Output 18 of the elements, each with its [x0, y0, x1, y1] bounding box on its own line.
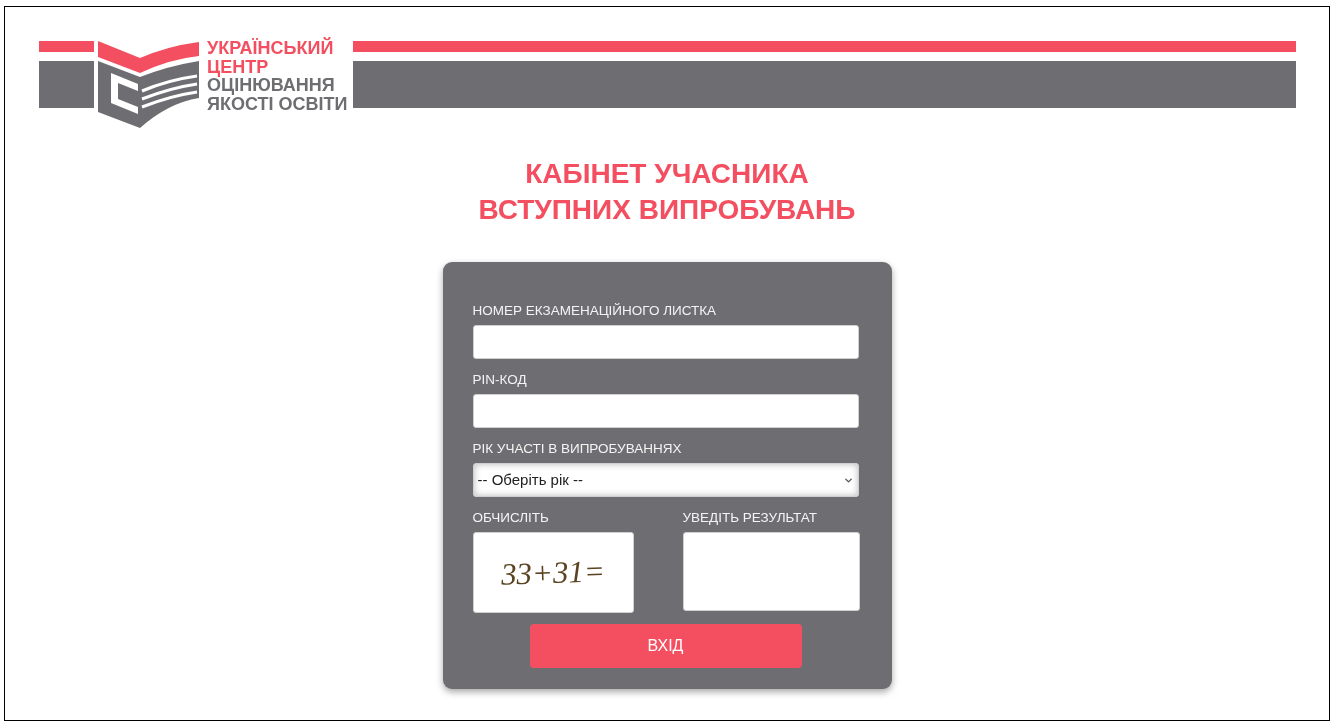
result-input-field[interactable] — [682, 532, 860, 611]
text-input-field[interactable] — [472, 325, 859, 359]
captcha-text: 33+31= — [500, 552, 606, 593]
book-logo-icon — [98, 41, 200, 128]
logo-text: ЦЕНТР — [207, 57, 269, 76]
field-label: РІК УЧАСТІ В ВИПРОБУВАННЯХ — [472, 441, 683, 457]
logo-text: ЯКОСТІ ОСВІТИ — [207, 94, 348, 113]
year-select[interactable]: -- Оберіть рік -- — [472, 463, 859, 497]
logo-text: УКРАЇНСЬКИЙ — [207, 39, 334, 58]
header-stripe — [39, 41, 94, 52]
logo-text: ОЦІНЮВАННЯ — [207, 76, 335, 95]
header-band — [39, 61, 94, 108]
field-label: ОБЧИСЛІТЬ — [472, 510, 550, 526]
field-label: PIN-КОД — [472, 372, 528, 388]
page-title: КАБІНЕТ УЧАСНИКА ВСТУПНИХ ВИПРОБУВАНЬ — [478, 157, 856, 227]
field-label: НОМЕР ЕКЗАМЕНАЦІЙНОГО ЛИСТКА — [472, 303, 718, 319]
text-input-field[interactable] — [472, 394, 859, 428]
field-label: УВЕДІТЬ РЕЗУЛЬТАТ — [682, 510, 819, 526]
